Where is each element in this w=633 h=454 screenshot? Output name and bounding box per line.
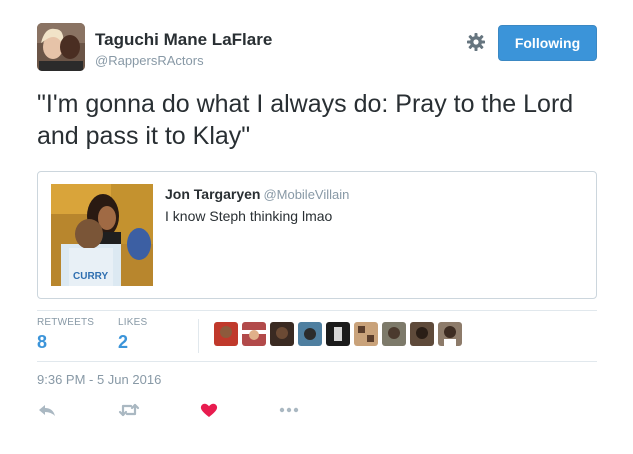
tweet-timestamp[interactable]: 9:36 PM - 5 Jun 2016 [37,372,161,387]
liker-avatar[interactable] [382,322,406,346]
quoted-tweet[interactable]: CURRY Jon Targaryen @MobileVillain I know… [37,171,597,299]
quoted-author-line[interactable]: Jon Targaryen @MobileVillain [165,186,349,202]
liker-avatar[interactable] [270,322,294,346]
more-icon[interactable] [278,400,300,420]
likes-stat[interactable]: LIKES 2 [118,317,147,353]
quoted-tweet-text: I know Steph thinking lmao [165,208,333,224]
likes-count[interactable]: 2 [118,332,147,353]
divider [37,361,597,362]
heart-icon[interactable] [198,400,220,420]
gear-icon[interactable] [466,32,486,52]
liker-avatar[interactable] [298,322,322,346]
liker-avatar[interactable] [214,322,238,346]
likes-label: LIKES [118,317,148,328]
divider [37,310,597,311]
liker-avatar[interactable] [354,322,378,346]
quoted-author-name[interactable]: Jon Targaryen [165,186,260,202]
liker-avatar[interactable] [438,322,462,346]
quoted-tweet-image[interactable]: CURRY [51,184,153,286]
liker-avatar[interactable] [410,322,434,346]
author-handle[interactable]: @RappersRActors [95,53,204,68]
liker-avatar[interactable] [326,322,350,346]
retweets-label: RETWEETS [37,317,95,328]
tweet-text: "I'm gonna do what I always do: Pray to … [37,90,574,150]
retweet-icon[interactable] [118,400,140,420]
liker-avatars [214,322,462,346]
quoted-author-handle[interactable]: @MobileVillain [263,187,349,202]
liker-avatar[interactable] [242,322,266,346]
stats-separator [198,319,199,353]
retweets-count[interactable]: 8 [37,332,94,353]
author-name[interactable]: Taguchi Mane LaFlare [95,30,272,50]
author-avatar[interactable] [37,23,85,71]
retweets-stat[interactable]: RETWEETS 8 [37,317,94,353]
following-button[interactable]: Following [498,25,597,61]
reply-icon[interactable] [36,400,58,420]
svg-text:CURRY: CURRY [73,271,109,282]
